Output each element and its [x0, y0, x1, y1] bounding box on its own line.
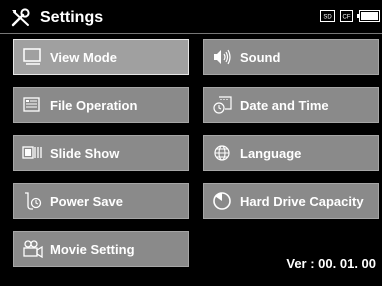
header-divider	[0, 33, 382, 34]
view-mode-label: View Mode	[50, 49, 117, 65]
movie-camera-icon	[22, 239, 44, 259]
slide-show-button[interactable]: Slide Show	[13, 135, 189, 171]
globe-icon	[212, 143, 234, 163]
language-label: Language	[240, 145, 302, 161]
speaker-icon	[212, 47, 234, 67]
header-bar: Settings SD CF	[0, 0, 382, 36]
date-and-time-button[interactable]: Date and Time	[203, 87, 379, 123]
file-operation-button[interactable]: File Operation	[13, 87, 189, 123]
movie-setting-label: Movie Setting	[50, 241, 135, 257]
date-and-time-label: Date and Time	[240, 97, 329, 113]
sd-card-icon: SD	[320, 9, 335, 22]
svg-text:SD: SD	[323, 15, 332, 21]
sound-button[interactable]: Sound	[203, 39, 379, 75]
battery-icon	[357, 9, 380, 22]
power-save-button[interactable]: Power Save	[13, 183, 189, 219]
version-text: Ver : 00. 01. 00	[286, 256, 376, 271]
movie-setting-button[interactable]: Movie Setting	[13, 231, 189, 267]
svg-text:CF: CF	[343, 15, 351, 21]
file-operation-label: File Operation	[50, 97, 138, 113]
hard-drive-capacity-label: Hard Drive Capacity	[240, 193, 364, 209]
pie-chart-icon	[212, 191, 234, 211]
wrench-screwdriver-icon	[10, 8, 34, 28]
slide-show-label: Slide Show	[50, 145, 120, 161]
cf-card-icon: CF	[340, 9, 353, 22]
calendar-clock-icon	[212, 95, 234, 115]
slideshow-icon	[22, 143, 44, 163]
power-save-label: Power Save	[50, 193, 123, 209]
page-title: Settings	[40, 9, 104, 26]
language-button[interactable]: Language	[203, 135, 379, 171]
sound-label: Sound	[240, 49, 281, 65]
hard-drive-capacity-button[interactable]: Hard Drive Capacity	[203, 183, 379, 219]
monitor-icon	[22, 47, 44, 67]
view-mode-button[interactable]: View Mode	[13, 39, 189, 75]
power-save-icon	[22, 191, 44, 211]
file-list-icon	[22, 95, 44, 115]
